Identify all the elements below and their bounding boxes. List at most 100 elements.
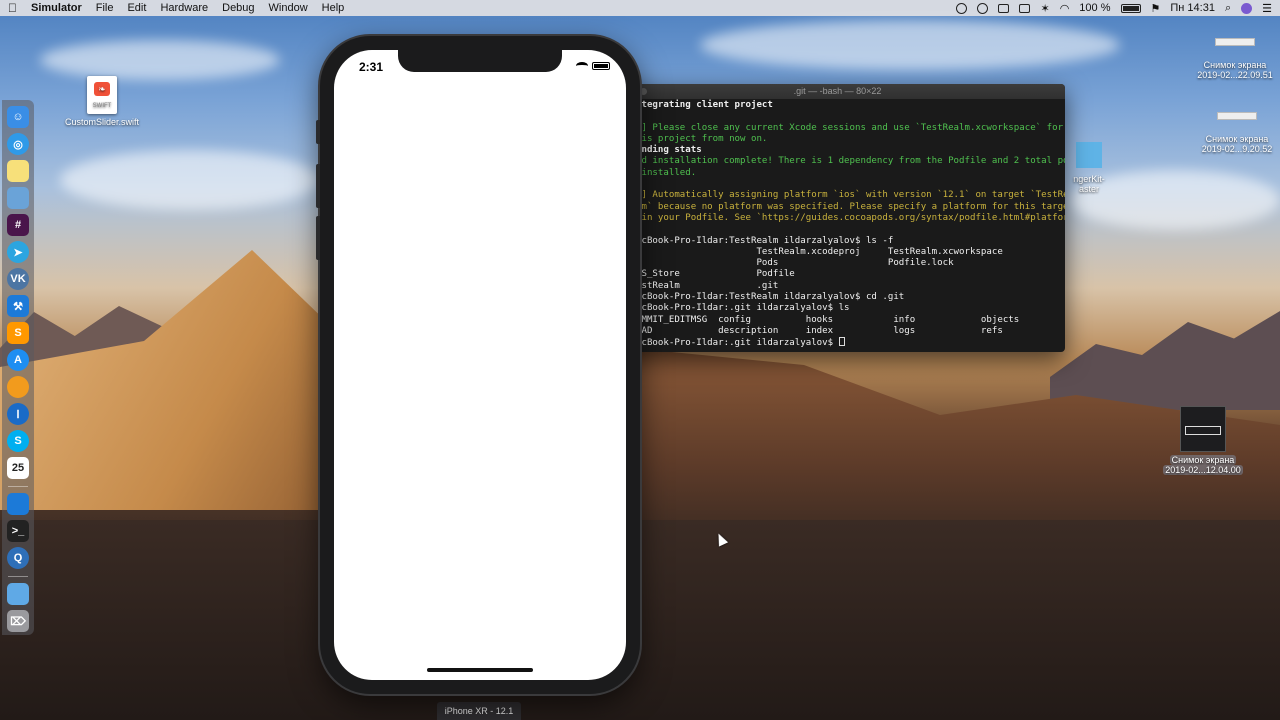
simulator-icon[interactable] [7, 493, 29, 515]
desktop-file-screenshot[interactable]: Снимок экрана 2019-02...22.09.51 [1192, 38, 1278, 80]
terminal-line: ntegrating client project [636, 100, 773, 110]
terminal-line: !] Automatically assigning platform `ios… [636, 190, 1065, 201]
terminal-prompt: acBook-Pro-Ildar:.git ildarzalyalov$ [636, 338, 839, 349]
desktop-file-label: Снимок экрана [1205, 134, 1269, 144]
terminal-titlebar[interactable]: .git — -bash — 80×22 [610, 84, 1065, 99]
volume-down-button[interactable] [316, 216, 320, 260]
terminal-prompt-line[interactable]: acBook-Pro-Ildar:.git ildarzalyalov$ [636, 337, 1065, 348]
home-indicator[interactable] [427, 668, 533, 672]
silent-switch[interactable] [316, 120, 320, 144]
desktop-file-label: aster [1078, 184, 1099, 194]
battery-icon[interactable] [1120, 3, 1141, 13]
desktop-file-label: 2019-02...22.09.51 [1197, 70, 1273, 80]
text-cursor [838, 337, 845, 347]
zoom-button[interactable] [640, 88, 647, 95]
clock[interactable]: Пн 14:31 [1170, 2, 1215, 14]
keyboard-icon[interactable] [1019, 3, 1031, 13]
menu-file[interactable]: File [96, 2, 114, 14]
vk-icon[interactable]: VK [7, 268, 29, 290]
skype-icon[interactable]: S [7, 430, 29, 452]
swift-logo-icon: ❧ [94, 82, 110, 96]
screenshot-thumbnail-icon [1215, 38, 1255, 46]
xcode-icon[interactable]: ⚒ [7, 295, 29, 317]
screenshot-thumbnail-icon [1217, 112, 1257, 120]
cloud [40, 40, 280, 80]
terminal-line: acBook-Pro-Ildar:TestRealm ildarzalyalov… [636, 235, 894, 246]
desktop-file-partial[interactable]: ngerKit- aster [1064, 142, 1114, 194]
flag-icon[interactable]: ⚑ [1151, 2, 1161, 15]
swift-file-icon: ❧ SWIFT [87, 76, 117, 114]
terminal-output[interactable]: ntegrating client project !] Please close… [610, 99, 1065, 349]
search-icon[interactable]: ⌕ [1225, 2, 1231, 15]
terminal-line: DS_Store Podfile [636, 269, 795, 280]
menu-debug[interactable]: Debug [222, 2, 254, 14]
terminal-line: installed. [636, 167, 697, 178]
notification-center-icon[interactable]: ☰ [1262, 2, 1272, 15]
terminal-window[interactable]: .git — -bash — 80×22 ntegrating client p… [610, 84, 1065, 352]
menu-bar:  Simulator File Edit Hardware Debug Win… [0, 0, 1280, 16]
terminal-line: EAD description index logs refs [636, 325, 1003, 336]
ground [0, 520, 1280, 720]
display-icon[interactable] [998, 3, 1010, 13]
terminal-line: . Pods Podfile.lock [636, 258, 954, 269]
desktop-file-screenshot-selected[interactable]: Снимок экрана 2019-02...12.04.00 [1160, 406, 1246, 475]
menu-help[interactable]: Help [322, 2, 345, 14]
telegram-icon[interactable]: ➤ [7, 241, 29, 263]
wifi-icon[interactable]: ◠ [1060, 2, 1070, 15]
terminal-line: lm` because no platform was specified. P… [636, 201, 1065, 212]
terminal-title: .git — -bash — 80×22 [793, 86, 882, 96]
menu-window[interactable]: Window [269, 2, 308, 14]
terminal-icon[interactable]: >_ [7, 520, 29, 542]
desktop-file-label: ngerKit- [1073, 174, 1105, 184]
safari-icon[interactable]: ◎ [7, 133, 29, 155]
downloads-folder-icon[interactable] [7, 583, 29, 605]
dock-separator [8, 576, 28, 577]
simulator-screen[interactable]: 2:31 [334, 50, 626, 680]
desktop-file-label: 2019-02...9.20.52 [1201, 144, 1273, 154]
cloud [60, 150, 320, 210]
finder-icon[interactable]: ☺ [7, 106, 29, 128]
simulator-device: 2:31 [316, 36, 640, 694]
siri-icon[interactable] [1241, 2, 1253, 14]
trash-icon[interactable]: ⌦ [7, 610, 29, 632]
desktop-file-swift[interactable]: ❧ SWIFT CustomSlider.swift [60, 76, 144, 127]
status-bar-time: 2:31 [359, 60, 384, 74]
apple-menu-icon[interactable]:  [8, 1, 17, 15]
terminal-line: estRealm .git [636, 280, 779, 291]
bluetooth-icon[interactable]: ✶ [1040, 2, 1049, 15]
slack-icon[interactable]: # [7, 214, 29, 236]
transmit-icon[interactable] [7, 376, 29, 398]
menu-edit[interactable]: Edit [127, 2, 146, 14]
app-menu[interactable]: Simulator [31, 2, 82, 14]
dock-separator [8, 486, 28, 487]
terminal-line: OMMIT_EDITMSG config hooks info objects [636, 314, 1020, 325]
sync-icon[interactable] [977, 2, 989, 14]
calendar-icon[interactable]: 25 [7, 457, 29, 479]
record-icon[interactable] [956, 2, 968, 14]
status-bar-icons [576, 62, 610, 70]
desktop-file-label: 2019-02...12.04.00 [1163, 465, 1243, 475]
quicktime-icon[interactable]: Q [7, 547, 29, 569]
terminal-line: !] Please close any current Xcode sessio… [636, 122, 1064, 133]
terminal-line: ending stats [636, 145, 702, 156]
sublime-icon[interactable]: S [7, 322, 29, 344]
1password-icon[interactable]: Ⅰ [7, 403, 29, 425]
preview-icon[interactable] [7, 187, 29, 209]
terminal-line: TestRealm.xcodeproj TestRealm.xcworkspac… [636, 246, 1003, 257]
notes-icon[interactable] [7, 160, 29, 182]
status-tray: ✶ ◠ 100 % ⚑ Пн 14:31 ⌕ ☰ [956, 2, 1272, 15]
app-store-icon[interactable]: A [7, 349, 29, 371]
volume-up-button[interactable] [316, 164, 320, 208]
folder-icon [1076, 142, 1102, 168]
menu-hardware[interactable]: Hardware [160, 2, 208, 14]
device-label: iPhone XR - 12.1 [437, 702, 521, 720]
terminal-line: his project from now on. [636, 133, 768, 144]
cloud [700, 20, 1120, 70]
terminal-line: acBook-Pro-Ildar:TestRealm ildarzalyalov… [636, 292, 905, 303]
desktop-file-label: CustomSlider.swift [64, 117, 140, 127]
battery-percent[interactable]: 100 % [1079, 2, 1110, 14]
battery-icon [592, 62, 610, 70]
desktop-file-screenshot[interactable]: Снимок экрана 2019-02...9.20.52 [1194, 112, 1280, 154]
